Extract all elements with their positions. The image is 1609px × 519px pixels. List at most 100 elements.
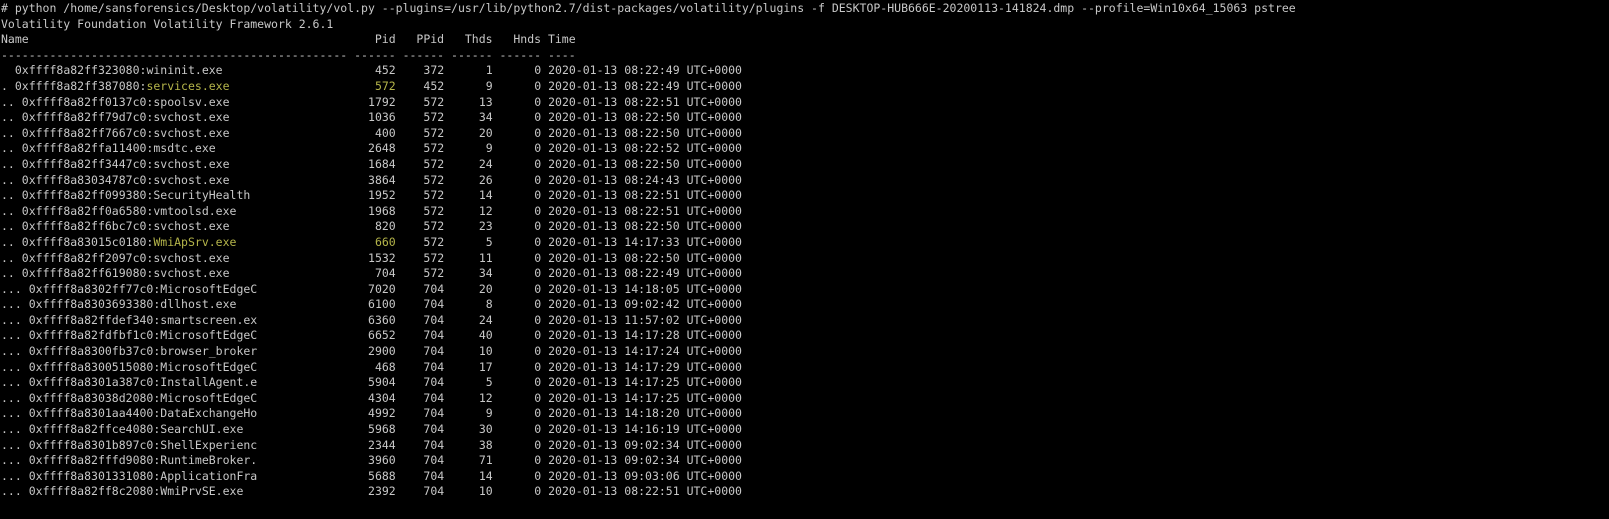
process-time: 2020-01-13 14:17:28 UTC+0000 <box>548 328 742 343</box>
tree-indent: ... <box>1 390 22 405</box>
tree-indent: ... <box>1 328 22 343</box>
process-handles: 0 <box>534 156 542 171</box>
process-ppid: 704 <box>423 297 445 312</box>
process-handles: 0 <box>534 281 542 296</box>
table-header: Name Pid PPid Thds Hnds Time <box>1 32 576 47</box>
process-handles: 0 <box>534 453 542 468</box>
process-name: msdtc.exe <box>153 141 216 156</box>
process-offset: 0xffff8a8300515080 <box>28 359 154 374</box>
process-time: 2020-01-13 14:17:33 UTC+0000 <box>548 234 742 249</box>
process-threads: 26 <box>478 172 493 187</box>
tree-indent: ... <box>1 375 22 390</box>
process-handles: 0 <box>534 78 542 93</box>
process-name: svchost.exe <box>153 219 230 234</box>
process-ppid: 572 <box>423 141 445 156</box>
process-ppid: 704 <box>423 484 445 499</box>
process-handles: 0 <box>534 312 542 327</box>
process-offset: 0xffff8a83038d2080 <box>28 390 154 405</box>
process-name: MicrosoftEdgeC <box>160 281 258 296</box>
table-row: ... 0xffff8a8300515080:MicrosoftEdgeC 46… <box>1 359 742 374</box>
tree-indent: .. <box>1 188 15 203</box>
process-pid: 5968 <box>368 422 396 437</box>
table-row: ... 0xffff8a83038d2080:MicrosoftEdgeC 43… <box>1 390 742 405</box>
process-name: ShellExperienc <box>160 437 258 452</box>
process-ppid: 572 <box>423 172 445 187</box>
process-offset: 0xffff8a82ff2097c0 <box>21 250 147 265</box>
process-offset: 0xffff8a8301aa4400 <box>28 406 154 421</box>
tree-indent: ... <box>1 359 22 374</box>
process-name: svchost.exe <box>153 125 230 140</box>
framework-banner: Volatility Foundation Volatility Framewo… <box>1 16 334 31</box>
process-ppid: 572 <box>423 156 445 171</box>
process-offset: 0xffff8a82ff0137c0 <box>21 94 147 109</box>
process-threads: 34 <box>478 110 493 125</box>
process-offset: 0xffff8a82fffd9080 <box>28 453 154 468</box>
table-row: ... 0xffff8a82fdfbf1c0:MicrosoftEdgeC 66… <box>1 328 742 343</box>
process-threads: 9 <box>485 406 493 421</box>
process-ppid: 704 <box>423 328 445 343</box>
process-handles: 0 <box>534 63 542 78</box>
process-offset: 0xffff8a82ff0a6580 <box>21 203 147 218</box>
tree-indent: ... <box>1 437 22 452</box>
process-time: 2020-01-13 14:17:25 UTC+0000 <box>548 375 742 390</box>
process-threads: 1 <box>485 63 493 78</box>
process-threads: 71 <box>478 453 493 468</box>
process-ppid: 704 <box>423 281 445 296</box>
process-handles: 0 <box>534 250 542 265</box>
process-name: spoolsv.exe <box>153 94 230 109</box>
process-threads: 5 <box>485 375 493 390</box>
process-name: WmiPrvSE.exe <box>160 484 244 499</box>
process-ppid: 704 <box>423 453 445 468</box>
table-row: .. 0xffff8a82ff3447c0:svchost.exe 1684 5… <box>1 156 742 171</box>
table-row: ... 0xffff8a8301aa4400:DataExchangeHo 49… <box>1 406 742 421</box>
process-ppid: 704 <box>423 390 445 405</box>
table-row: ... 0xffff8a82ffdef340:smartscreen.ex 63… <box>1 312 742 327</box>
process-ppid: 704 <box>423 437 445 452</box>
process-name: InstallAgent.e <box>160 375 258 390</box>
terminal-window[interactable]: # python /home/sansforensics/Desktop/vol… <box>0 0 1609 519</box>
process-time: 2020-01-13 14:16:19 UTC+0000 <box>548 422 742 437</box>
table-row: . 0xffff8a82ff387080:services.exe 572 45… <box>1 78 742 93</box>
process-name: services.exe <box>146 78 230 93</box>
command-line: # python /home/sansforensics/Desktop/vol… <box>1 1 1296 15</box>
process-handles: 0 <box>534 234 542 249</box>
process-name: browser_broker <box>160 344 258 359</box>
process-pid: 6652 <box>368 328 396 343</box>
process-ppid: 452 <box>423 78 445 93</box>
table-row: .. 0xffff8a82ff7667c0:svchost.exe 400 57… <box>1 125 742 140</box>
process-name: smartscreen.ex <box>160 312 258 327</box>
process-pid: 1532 <box>368 250 396 265</box>
process-offset: 0xffff8a8302ff77c0 <box>28 281 154 296</box>
process-time: 2020-01-13 09:02:34 UTC+0000 <box>548 437 742 452</box>
process-handles: 0 <box>534 141 542 156</box>
process-time: 2020-01-13 08:22:50 UTC+0000 <box>548 110 742 125</box>
process-offset: 0xffff8a82ff387080 <box>14 78 140 93</box>
process-name: MicrosoftEdgeC <box>160 328 258 343</box>
tree-indent: .. <box>1 266 15 281</box>
process-handles: 0 <box>534 125 542 140</box>
process-time: 2020-01-13 14:18:20 UTC+0000 <box>548 406 742 421</box>
process-time: 2020-01-13 08:22:51 UTC+0000 <box>548 203 742 218</box>
process-name: ApplicationFra <box>160 468 258 483</box>
table-row: .. 0xffff8a82ff0a6580:vmtoolsd.exe 1968 … <box>1 203 742 218</box>
process-offset: 0xffff8a82ff6bc7c0 <box>21 219 147 234</box>
process-handles: 0 <box>534 468 542 483</box>
table-row: ... 0xffff8a8300fb37c0:browser_broker 29… <box>1 344 742 359</box>
tree-indent: .. <box>1 250 15 265</box>
process-pid: 2900 <box>368 344 396 359</box>
process-time: 2020-01-13 08:22:50 UTC+0000 <box>548 156 742 171</box>
process-name: svchost.exe <box>153 266 230 281</box>
process-name: DataExchangeHo <box>160 406 258 421</box>
tree-indent: ... <box>1 453 22 468</box>
table-row: .. 0xffff8a82ff0137c0:spoolsv.exe 1792 5… <box>1 94 742 109</box>
process-handles: 0 <box>534 484 542 499</box>
process-ppid: 572 <box>423 219 445 234</box>
tree-indent: .. <box>1 234 15 249</box>
table-row: ... 0xffff8a8301331080:ApplicationFra 56… <box>1 468 742 483</box>
process-time: 2020-01-13 14:17:25 UTC+0000 <box>548 390 742 405</box>
process-threads: 14 <box>478 468 493 483</box>
process-handles: 0 <box>534 94 542 109</box>
process-offset: 0xffff8a83034787c0 <box>21 172 147 187</box>
process-handles: 0 <box>534 437 542 452</box>
